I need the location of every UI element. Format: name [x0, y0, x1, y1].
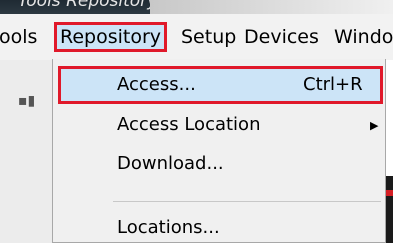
menu-item-access-shortcut: Ctrl+R	[303, 74, 363, 95]
menu-item-access-label: Access...	[117, 74, 196, 95]
menu-repository[interactable]: Repository	[54, 22, 168, 52]
background-dark-area	[386, 176, 393, 243]
window-title-bar: Tools Repository Access	[0, 0, 393, 14]
menu-item-locations[interactable]: Locations...	[53, 209, 385, 247]
menu-devices[interactable]: Devices	[244, 22, 319, 52]
menu-setup[interactable]: Setup	[181, 22, 236, 52]
repository-dropdown-menu: Access... Ctrl+R Access Location ▶ Downl…	[52, 59, 386, 243]
submenu-arrow-icon: ▶	[370, 119, 379, 132]
menu-tools[interactable]: ools	[0, 22, 37, 52]
toolbar-icon[interactable]: ▪▮	[18, 90, 40, 112]
left-panel: ▪▮	[0, 60, 53, 243]
menu-item-access[interactable]: Access... Ctrl+R	[58, 66, 383, 104]
menu-separator	[113, 201, 381, 202]
menu-item-download-label: Download...	[117, 153, 224, 174]
menu-window[interactable]: Windo	[334, 22, 393, 52]
background-red-bar	[386, 190, 393, 196]
menu-bar: ools Repository Setup Devices Windo	[0, 14, 393, 61]
menu-item-locations-label: Locations...	[117, 217, 220, 238]
menu-item-access-location-label: Access Location	[117, 114, 261, 135]
title-bar-highlight	[150, 0, 393, 14]
menu-item-download[interactable]: Download...	[53, 145, 385, 183]
menu-item-access-location[interactable]: Access Location ▶	[53, 106, 385, 144]
